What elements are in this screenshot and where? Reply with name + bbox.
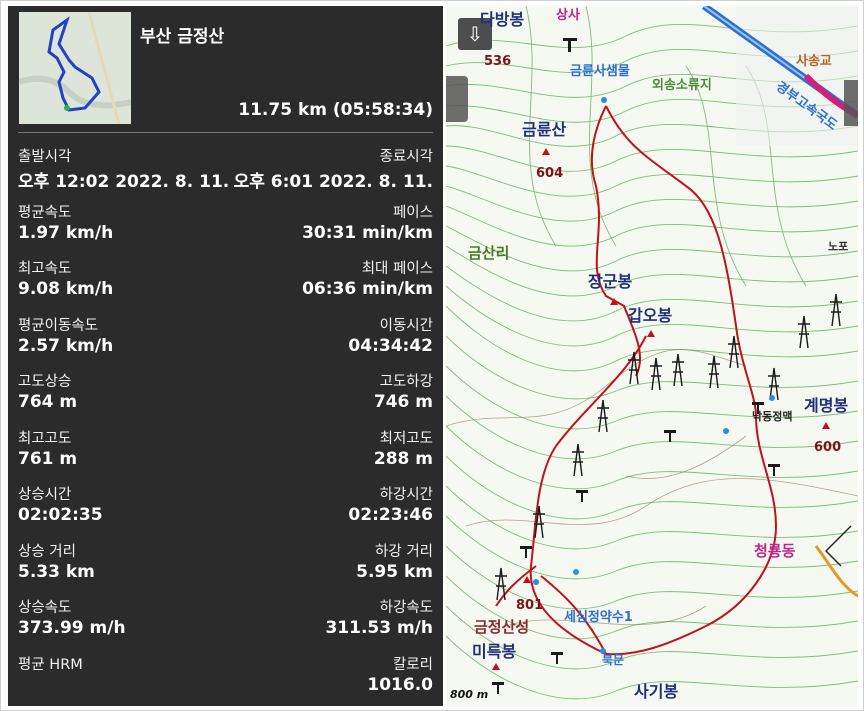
stat-label: 상승속도: [18, 600, 72, 616]
track-title: 부산 금정산: [140, 27, 225, 47]
stat-label: 평균 HRM: [18, 657, 83, 673]
stat-label: 하강속도: [379, 600, 433, 616]
stat-label: 칼로리: [392, 657, 433, 673]
stat-label: 하강시간: [379, 487, 433, 503]
map-label-gapobong: 갑오봉: [628, 306, 673, 325]
stat-label: 종료시각: [379, 149, 433, 165]
map-canvas: [446, 6, 858, 706]
stat-value: 764 m: [18, 392, 78, 412]
stat-value: 2.57 km/h: [18, 336, 114, 356]
stat-value: 761 m: [18, 449, 78, 469]
stat-value: 04:34:42: [348, 336, 433, 356]
map-label-geumryunsa: 금륜사샘물: [570, 64, 630, 79]
stat-label: 고도상승: [18, 374, 72, 390]
map-label-geumjeongsanseong: 금정산성: [474, 618, 530, 636]
stat-row-max-speed: 최고속도 최대 페이스 9.08 km/h 06:36 min/km: [18, 257, 433, 309]
divider: [18, 132, 433, 133]
map-label-elev-536: 536: [484, 54, 512, 69]
stat-value: 746 m: [373, 392, 433, 412]
stat-row-elevation-range: 최고고도 최저고도 761 m 288 m: [18, 427, 433, 479]
map-scale-label: 800 m: [450, 688, 489, 701]
stat-value: 288 m: [373, 449, 433, 469]
map-label-geumryunsan: 금륜산: [522, 120, 567, 139]
map-label-sagibong: 사기봉: [634, 682, 679, 701]
stat-row-elevation-change: 고도상승 고도하강 764 m 746 m: [18, 370, 433, 422]
panel-handle-left[interactable]: [446, 76, 468, 122]
stat-label: 하강 거리: [375, 544, 433, 560]
stat-label: 최고고도: [18, 431, 72, 447]
map-label-oesong: 외송소류지: [652, 78, 712, 93]
stat-value: 373.99 m/h: [18, 618, 126, 638]
map-label-elev-600: 600: [814, 440, 842, 455]
stat-label: 출발시각: [18, 149, 72, 165]
map-label-mireukbong: 미륵봉: [472, 642, 517, 661]
stat-label: 상승 거리: [18, 544, 76, 560]
map-label-gyemyeongbong: 계명봉: [804, 396, 849, 415]
stat-row-climb-time: 상승시간 하강시간 02:02:35 02:23:46: [18, 483, 433, 535]
stat-row-hrm-calories: 평균 HRM 칼로리 1016.0: [18, 653, 433, 705]
stat-value: 오후 12:02 2022. 8. 11.: [18, 172, 230, 192]
stat-value: 9.08 km/h: [18, 279, 114, 299]
track-summary: 11.75 km (05:58:34): [238, 100, 433, 120]
stat-label: 상승시간: [18, 487, 72, 503]
stat-label: 페이스: [392, 205, 433, 221]
stat-row-climb-rate: 상승속도 하강속도 373.99 m/h 311.53 m/h: [18, 596, 433, 648]
stat-row-time: 출발시각 종료시각 오후 12:02 2022. 8. 11. 오후 6:01 …: [18, 145, 433, 197]
stat-value: 30:31 min/km: [302, 223, 433, 243]
stat-label: 최대 페이스: [361, 261, 433, 277]
stat-value: 311.53 m/h: [325, 618, 433, 638]
map-label-songgyo: 사송교: [796, 54, 832, 69]
map-label-nakdong: 낙동정맥: [752, 410, 793, 423]
route-thumbnail[interactable]: [19, 12, 131, 124]
start-marker: [64, 105, 70, 111]
track-stats-panel: 부산 금정산 11.75 km (05:58:34) 출발시각 종료시각 오후 …: [8, 6, 443, 706]
map-label-bukmun: 북문: [602, 653, 625, 667]
map-label-sesimjeong: 세심정약수1: [564, 610, 633, 625]
stat-label: 이동시간: [379, 318, 433, 334]
route-thumbnail-map: [19, 12, 131, 124]
stat-value: 06:36 min/km: [302, 279, 433, 299]
stat-row-climb-distance: 상승 거리 하강 거리 5.33 km 5.95 km: [18, 540, 433, 592]
stat-value: 1.97 km/h: [18, 223, 114, 243]
topo-map[interactable]: ⇩ 다방봉 상사 536 금륜사샘물 외송소류지 금륜산 604 금산리 장군봉…: [446, 6, 858, 706]
panel-handle-right[interactable]: [844, 80, 858, 126]
map-label-elev-604: 604: [536, 166, 564, 181]
stat-row-speed: 평균속도 페이스 1.97 km/h 30:31 min/km: [18, 201, 433, 253]
stat-label: 최저고도: [379, 431, 433, 447]
stat-value: 5.95 km: [356, 562, 433, 582]
map-label-elev-801: 801: [516, 598, 544, 613]
stat-label: 평균이동속도: [18, 318, 99, 334]
map-label-sangsa: 상사: [556, 8, 580, 23]
stat-value: 오후 6:01 2022. 8. 11.: [233, 172, 433, 192]
stat-label: 고도하강: [379, 374, 433, 390]
map-label-geumsanri: 금산리: [468, 244, 510, 262]
stat-value: 02:23:46: [348, 505, 433, 525]
stat-label: 최고속도: [18, 261, 72, 277]
stat-row-moving: 평균이동속도 이동시간 2.57 km/h 04:34:42: [18, 314, 433, 366]
stat-value: 1016.0: [367, 675, 433, 695]
stat-value: 02:02:35: [18, 505, 103, 525]
map-label-dabangbong: 다방봉: [480, 10, 525, 29]
stat-label: 평균속도: [18, 205, 72, 221]
map-label-cheongryongdong: 청룡동: [754, 542, 796, 560]
stat-value: 5.33 km: [18, 562, 95, 582]
map-label-janggunbong: 장군봉: [588, 272, 633, 291]
map-label-nopo: 노포: [828, 240, 849, 253]
